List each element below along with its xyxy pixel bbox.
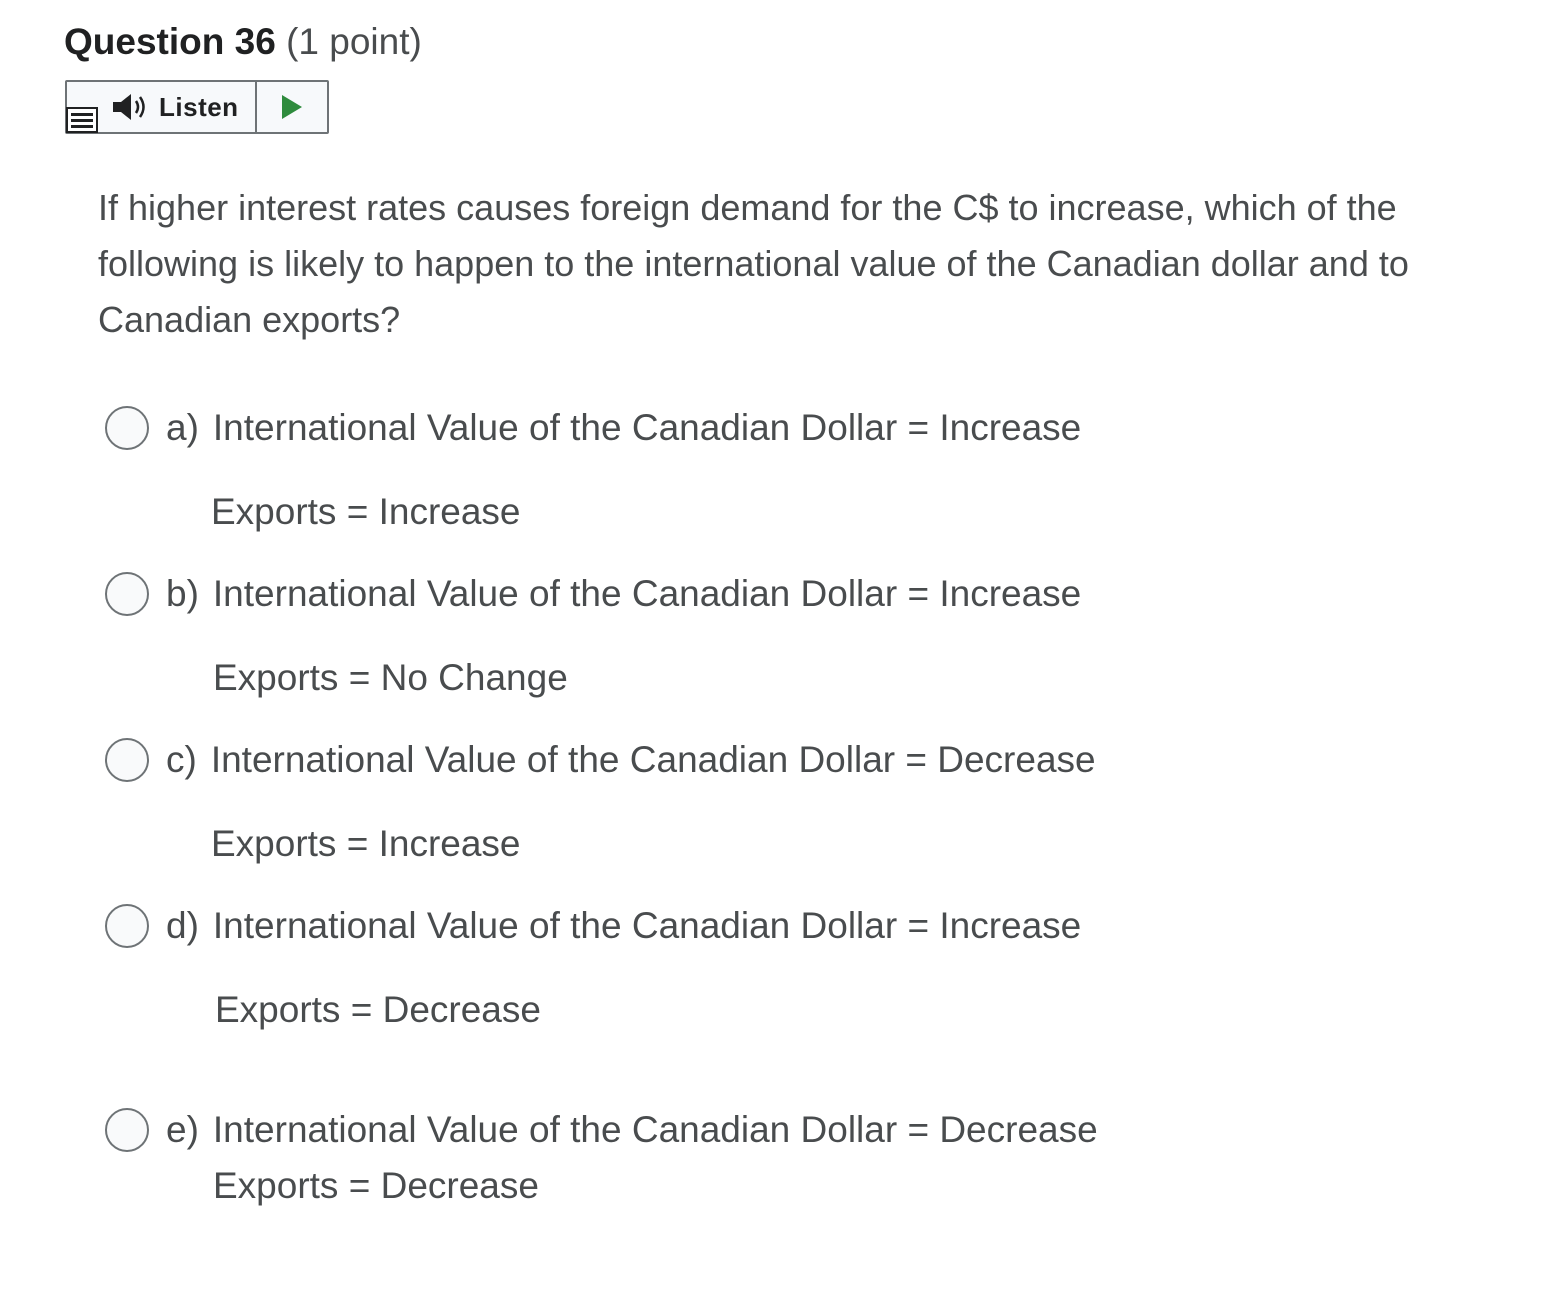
option-line1: International Value of the Canadian Doll… [212, 407, 1082, 448]
option-body: a) International Value of the Canadian Do… [166, 404, 1081, 536]
option-line2: Exports = Decrease [215, 989, 541, 1030]
radio-button-a[interactable] [105, 406, 149, 450]
option-body: b) International Value of the Canadian Do… [166, 570, 1081, 702]
play-icon [282, 95, 302, 119]
radio-button-d[interactable] [105, 904, 149, 948]
answer-option-b[interactable]: b) International Value of the Canadian Do… [105, 570, 1081, 702]
option-line1: International Value of the Canadian Doll… [210, 739, 1096, 780]
option-body: c) International Value of the Canadian Do… [166, 736, 1096, 868]
play-button[interactable] [257, 82, 327, 132]
answer-option-a[interactable]: a) International Value of the Canadian Do… [105, 404, 1081, 536]
speaker-icon [113, 94, 145, 120]
answer-option-c[interactable]: c) International Value of the Canadian Do… [105, 736, 1096, 868]
question-points: (1 point) [286, 21, 422, 62]
listen-widget: Listen [65, 80, 329, 134]
option-line2: Exports = Decrease [213, 1165, 539, 1206]
answer-option-d[interactable]: d) International Value of the Canadian Do… [105, 902, 1081, 1034]
option-line1: International Value of the Canadian Doll… [212, 573, 1082, 614]
option-body: d) International Value of the Canadian Do… [166, 902, 1081, 1034]
listen-label: Listen [159, 91, 239, 122]
option-line2: Exports = No Change [213, 657, 568, 698]
option-letter: e) [166, 1109, 199, 1150]
option-line1: International Value of the Canadian Doll… [212, 1109, 1098, 1150]
option-line2: Exports = Increase [211, 491, 521, 532]
radio-button-e[interactable] [105, 1108, 149, 1152]
option-line2: Exports = Increase [211, 823, 521, 864]
listen-button[interactable]: Listen [111, 82, 255, 132]
option-letter: b) [166, 573, 199, 614]
answer-option-e[interactable]: e) International Value of the Canadian Do… [105, 1106, 1098, 1210]
question-text: If higher interest rates causes foreign … [98, 187, 1409, 340]
option-body: e) International Value of the Canadian Do… [166, 1106, 1098, 1210]
option-letter: d) [166, 905, 199, 946]
question-title: Question 36 [64, 21, 276, 62]
radio-button-b[interactable] [105, 572, 149, 616]
radio-button-c[interactable] [105, 738, 149, 782]
question-header: Question 36 (1 point) [64, 18, 422, 66]
option-letter: c) [166, 739, 197, 780]
option-letter: a) [166, 407, 199, 448]
menu-icon[interactable] [66, 107, 98, 133]
option-line1: International Value of the Canadian Doll… [212, 905, 1082, 946]
